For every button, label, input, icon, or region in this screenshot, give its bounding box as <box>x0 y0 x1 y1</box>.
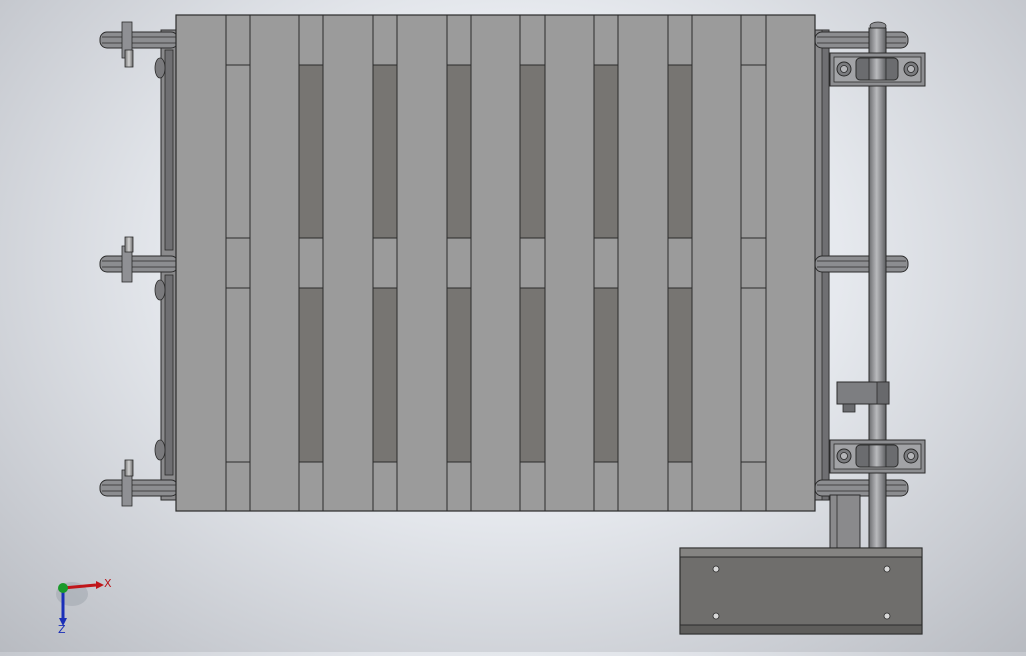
deck-slot <box>667 287 693 463</box>
deck-slot <box>593 64 619 239</box>
deck-slot <box>225 64 251 239</box>
z-axis-label: Z <box>58 623 66 636</box>
cad-viewport[interactable]: X Z <box>0 0 1026 652</box>
right-sprocket-middle <box>814 255 909 273</box>
deck-slot <box>519 64 546 239</box>
conveyor-model[interactable] <box>0 0 1026 652</box>
bearing-bottom[interactable] <box>829 439 926 474</box>
deck-slot <box>519 287 546 463</box>
deck-slot <box>740 64 767 239</box>
deck-slot <box>667 64 693 239</box>
pallet-base <box>175 14 816 512</box>
right-sprocket-bottom <box>814 479 909 497</box>
pallet-deck[interactable] <box>175 14 816 512</box>
deck-slot <box>740 287 767 463</box>
deck-slot <box>446 287 472 463</box>
right-sprocket-top <box>814 21 909 49</box>
deck-slot <box>593 287 619 463</box>
x-axis-label: X <box>104 577 112 590</box>
deck-slot <box>372 64 398 239</box>
bearing-top[interactable] <box>829 52 926 87</box>
x-axis-head-icon <box>96 581 104 589</box>
deck-slot <box>298 64 324 239</box>
motor-housing[interactable] <box>679 547 923 635</box>
deck-slot <box>298 287 324 463</box>
view-orientation-triad[interactable]: X Z <box>46 570 126 640</box>
y-axis-dot-icon <box>58 583 68 593</box>
deck-slot <box>372 287 398 463</box>
deck-slot <box>225 287 251 463</box>
drive-support-post <box>829 494 861 552</box>
deck-slot <box>446 64 472 239</box>
